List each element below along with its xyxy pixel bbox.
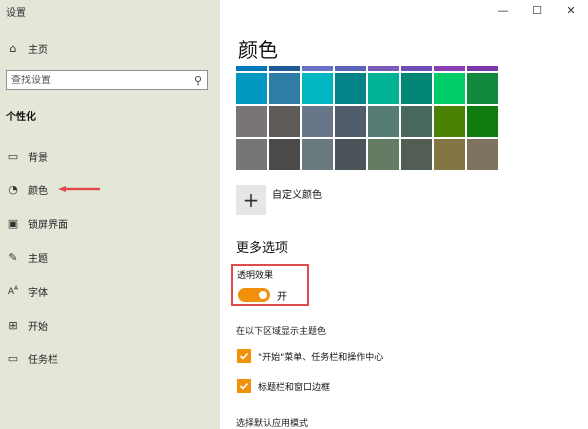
search-icon: ⚲ <box>193 73 203 87</box>
color-swatch[interactable] <box>335 106 366 137</box>
color-swatch[interactable] <box>302 73 333 104</box>
color-swatch-strip[interactable] <box>335 66 366 71</box>
red-arrow-annotation <box>58 186 100 192</box>
home-icon: ⌂ <box>9 41 17 55</box>
search-input[interactable] <box>7 74 189 86</box>
section-heading: 个性化 <box>6 112 36 123</box>
lock-screen-icon: ▣ <box>7 216 19 230</box>
color-swatch[interactable] <box>302 139 333 170</box>
sidebar-item-label: 字体 <box>28 287 48 299</box>
page-title: 颜色 <box>238 38 278 62</box>
sidebar: 设置 ⌂ 主页 ⚲ 个性化 ▭ 背景 ◔ 颜色 ▣ 锁屏界面 ✎ 主题 AA 字… <box>0 0 220 429</box>
search-box[interactable]: ⚲ <box>6 70 208 90</box>
color-swatch[interactable] <box>467 106 498 137</box>
color-swatch-strip[interactable] <box>302 66 333 71</box>
color-swatch[interactable] <box>302 106 333 137</box>
titlebar-checkbox[interactable] <box>237 379 251 393</box>
check-icon <box>239 352 249 360</box>
sidebar-item-label: 主页 <box>28 44 48 56</box>
color-swatch-strip[interactable] <box>401 66 432 71</box>
default-app-mode-heading: 选择默认应用模式 <box>236 419 309 429</box>
toggle-knob <box>259 291 267 299</box>
custom-color-button[interactable]: + <box>236 185 266 215</box>
sidebar-item-colors[interactable]: ◔ 颜色 <box>0 179 220 199</box>
window-title: 设置 <box>6 8 26 19</box>
accent-surfaces-label: 在以下区域显示主题色 <box>236 327 327 337</box>
palette-icon: ◔ <box>8 182 18 196</box>
color-swatch[interactable] <box>434 73 465 104</box>
sidebar-item-fonts[interactable]: AA 字体 <box>0 281 220 301</box>
taskbar-icon: ▭ <box>7 351 19 365</box>
color-swatch-strip[interactable] <box>434 66 465 71</box>
close-icon[interactable]: ✕ <box>554 0 588 20</box>
color-swatch[interactable] <box>269 106 300 137</box>
color-swatch[interactable] <box>368 139 399 170</box>
sidebar-item-label: 主题 <box>28 253 48 265</box>
color-swatch[interactable] <box>368 106 399 137</box>
swatch-top-strip <box>236 66 500 71</box>
window-controls: — ☐ ✕ <box>486 0 588 20</box>
check-icon <box>239 382 249 390</box>
color-swatch[interactable] <box>335 73 366 104</box>
color-swatch[interactable] <box>401 106 432 137</box>
color-swatch-strip[interactable] <box>269 66 300 71</box>
custom-color-label[interactable]: 自定义颜色 <box>272 186 322 201</box>
sidebar-item-home[interactable]: ⌂ 主页 <box>0 38 220 58</box>
color-swatches <box>236 66 500 170</box>
color-swatch[interactable] <box>401 139 432 170</box>
start-taskbar-checkbox-label[interactable]: "开始"菜单、任务栏和操作中心 <box>258 350 383 363</box>
sidebar-item-label: 锁屏界面 <box>28 219 68 231</box>
start-icon: ⊞ <box>8 318 18 332</box>
color-swatch[interactable] <box>368 73 399 104</box>
color-swatch-strip[interactable] <box>467 66 498 71</box>
color-swatch[interactable] <box>269 73 300 104</box>
start-taskbar-checkbox[interactable] <box>237 349 251 363</box>
sidebar-item-taskbar[interactable]: ▭ 任务栏 <box>0 348 220 368</box>
color-swatch[interactable] <box>236 139 267 170</box>
color-swatch[interactable] <box>269 139 300 170</box>
color-swatch[interactable] <box>236 106 267 137</box>
transparency-label: 透明效果 <box>237 271 274 281</box>
color-swatch[interactable] <box>434 106 465 137</box>
color-swatch[interactable] <box>434 139 465 170</box>
color-swatch-strip[interactable] <box>368 66 399 71</box>
transparency-state: 开 <box>277 292 287 303</box>
minimize-icon[interactable]: — <box>486 0 520 20</box>
image-icon: ▭ <box>7 149 19 163</box>
sidebar-item-label: 开始 <box>28 321 48 333</box>
maximize-icon[interactable]: ☐ <box>520 0 554 20</box>
theme-icon: ✎ <box>8 250 18 264</box>
color-swatch[interactable] <box>236 73 267 104</box>
color-swatch-strip[interactable] <box>236 66 267 71</box>
sidebar-item-label: 任务栏 <box>28 354 58 366</box>
font-icon: AA <box>7 285 19 297</box>
sidebar-item-label: 颜色 <box>28 185 48 197</box>
more-options-heading: 更多选项 <box>236 241 289 256</box>
transparency-toggle[interactable] <box>238 288 270 302</box>
swatch-grid <box>236 73 500 170</box>
color-swatch[interactable] <box>467 73 498 104</box>
color-swatch[interactable] <box>335 139 366 170</box>
main-panel: — ☐ ✕ 颜色 + 自定义颜色 更多选项 透明效果 开 在以下区域显示主题色 … <box>220 0 588 429</box>
sidebar-item-start[interactable]: ⊞ 开始 <box>0 315 220 335</box>
sidebar-item-background[interactable]: ▭ 背景 <box>0 146 220 166</box>
sidebar-item-label: 背景 <box>28 152 48 164</box>
titlebar-checkbox-label[interactable]: 标题栏和窗口边框 <box>258 380 330 393</box>
sidebar-item-themes[interactable]: ✎ 主题 <box>0 247 220 267</box>
sidebar-item-lock-screen[interactable]: ▣ 锁屏界面 <box>0 213 220 233</box>
plus-icon: + <box>242 188 260 212</box>
color-swatch[interactable] <box>401 73 432 104</box>
color-swatch[interactable] <box>467 139 498 170</box>
